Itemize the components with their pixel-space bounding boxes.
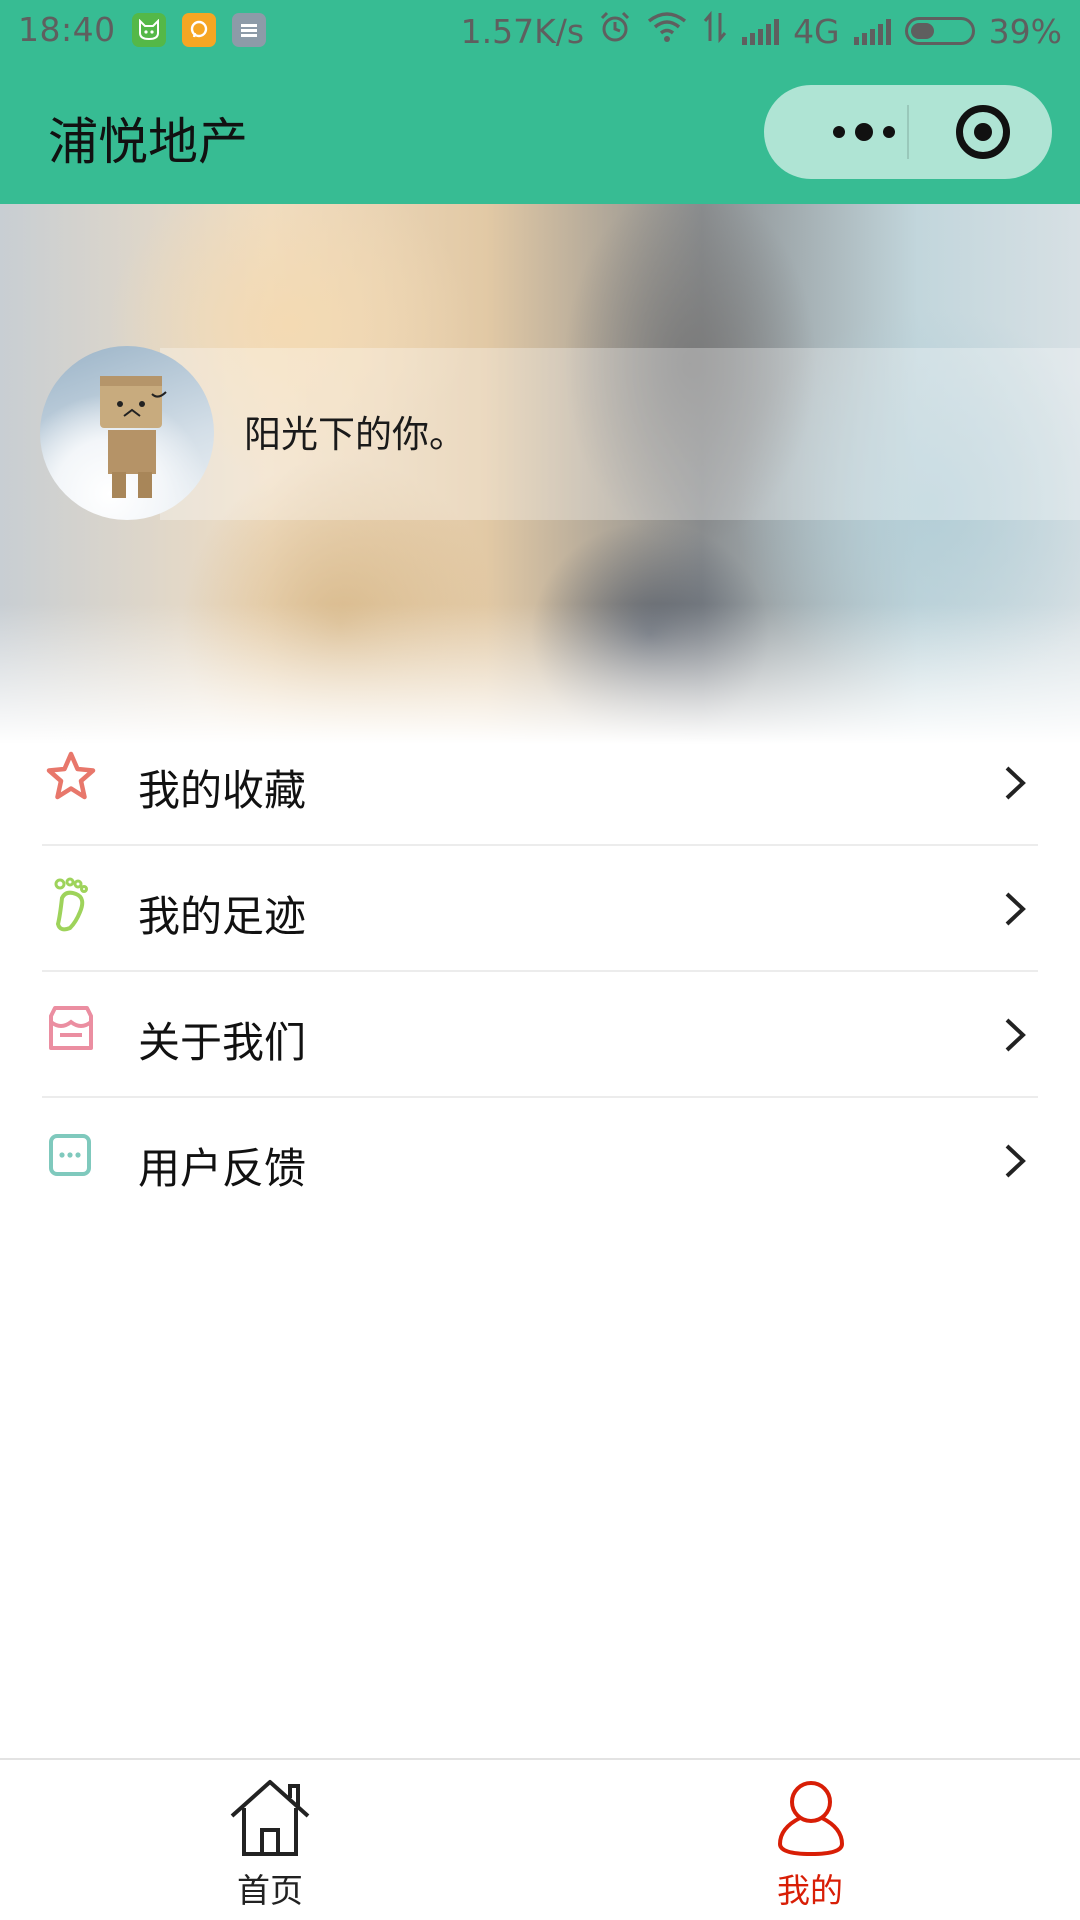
- tab-home[interactable]: 首页: [0, 1760, 540, 1920]
- tab-mine[interactable]: 我的: [540, 1760, 1080, 1920]
- feedback-icon: [49, 1134, 91, 1176]
- menu-item-about-us[interactable]: 关于我们: [0, 972, 1080, 1098]
- list-app-icon: [231, 12, 266, 47]
- menu-list: 我的收藏 我的足迹 关于我们 用户反馈: [0, 720, 1080, 1224]
- mini-program-capsule: [764, 85, 1052, 179]
- chevron-right-icon: [1005, 1144, 1026, 1178]
- cat-app-icon: [131, 12, 166, 47]
- tab-bar: 首页 我的: [0, 1758, 1080, 1920]
- menu-item-label: 我的收藏: [138, 766, 307, 815]
- wifi-icon: [646, 11, 688, 51]
- data-transfer-icon: [702, 10, 728, 51]
- menu-item-label: 我的足迹: [138, 892, 307, 941]
- signal-icon-2: [853, 17, 891, 45]
- chevron-right-icon: [1005, 892, 1026, 926]
- menu-item-feedback[interactable]: 用户反馈: [0, 1098, 1080, 1224]
- status-bar-right: 1.57K/s 4G 39%: [461, 10, 1062, 52]
- menu-item-favorites[interactable]: 我的收藏: [0, 720, 1080, 846]
- network-type: 4G: [793, 11, 840, 51]
- username: 阳光下的你。: [244, 413, 466, 456]
- alarm-icon: [598, 10, 632, 52]
- nav-bar: 浦悦地产: [0, 62, 1080, 204]
- more-dots-icon[interactable]: [804, 85, 924, 179]
- tab-label: 我的: [777, 1871, 843, 1910]
- battery-level: [910, 23, 934, 39]
- page-title: 浦悦地产: [48, 113, 248, 171]
- avatar[interactable]: [40, 346, 214, 520]
- menu-item-footprints[interactable]: 我的足迹: [0, 846, 1080, 972]
- star-icon: [46, 751, 96, 800]
- capsule-divider: [907, 105, 909, 159]
- footprint-icon: [54, 877, 88, 932]
- signal-icon: [742, 17, 780, 45]
- status-bar-left: 18:40: [18, 10, 266, 49]
- chevron-right-icon: [1005, 766, 1026, 800]
- battery-percent: 39%: [988, 11, 1062, 51]
- user-icon: [777, 1781, 845, 1857]
- home-icon: [230, 1780, 310, 1856]
- status-time: 18:40: [18, 10, 116, 49]
- tab-label: 首页: [237, 1871, 303, 1910]
- menu-item-label: 关于我们: [138, 1018, 307, 1067]
- chevron-right-icon: [1005, 1018, 1026, 1052]
- profile-header: 阳光下的你。: [0, 204, 1080, 744]
- network-speed: 1.57K/s: [460, 11, 585, 51]
- status-bar: 18:40 1.57K/s 4G 39%: [0, 0, 1080, 62]
- store-icon: [49, 1006, 93, 1050]
- menu-item-label: 用户反馈: [138, 1144, 307, 1193]
- battery-icon: [904, 17, 975, 45]
- chat-app-icon: [181, 12, 216, 47]
- target-circle-icon[interactable]: [956, 105, 1010, 159]
